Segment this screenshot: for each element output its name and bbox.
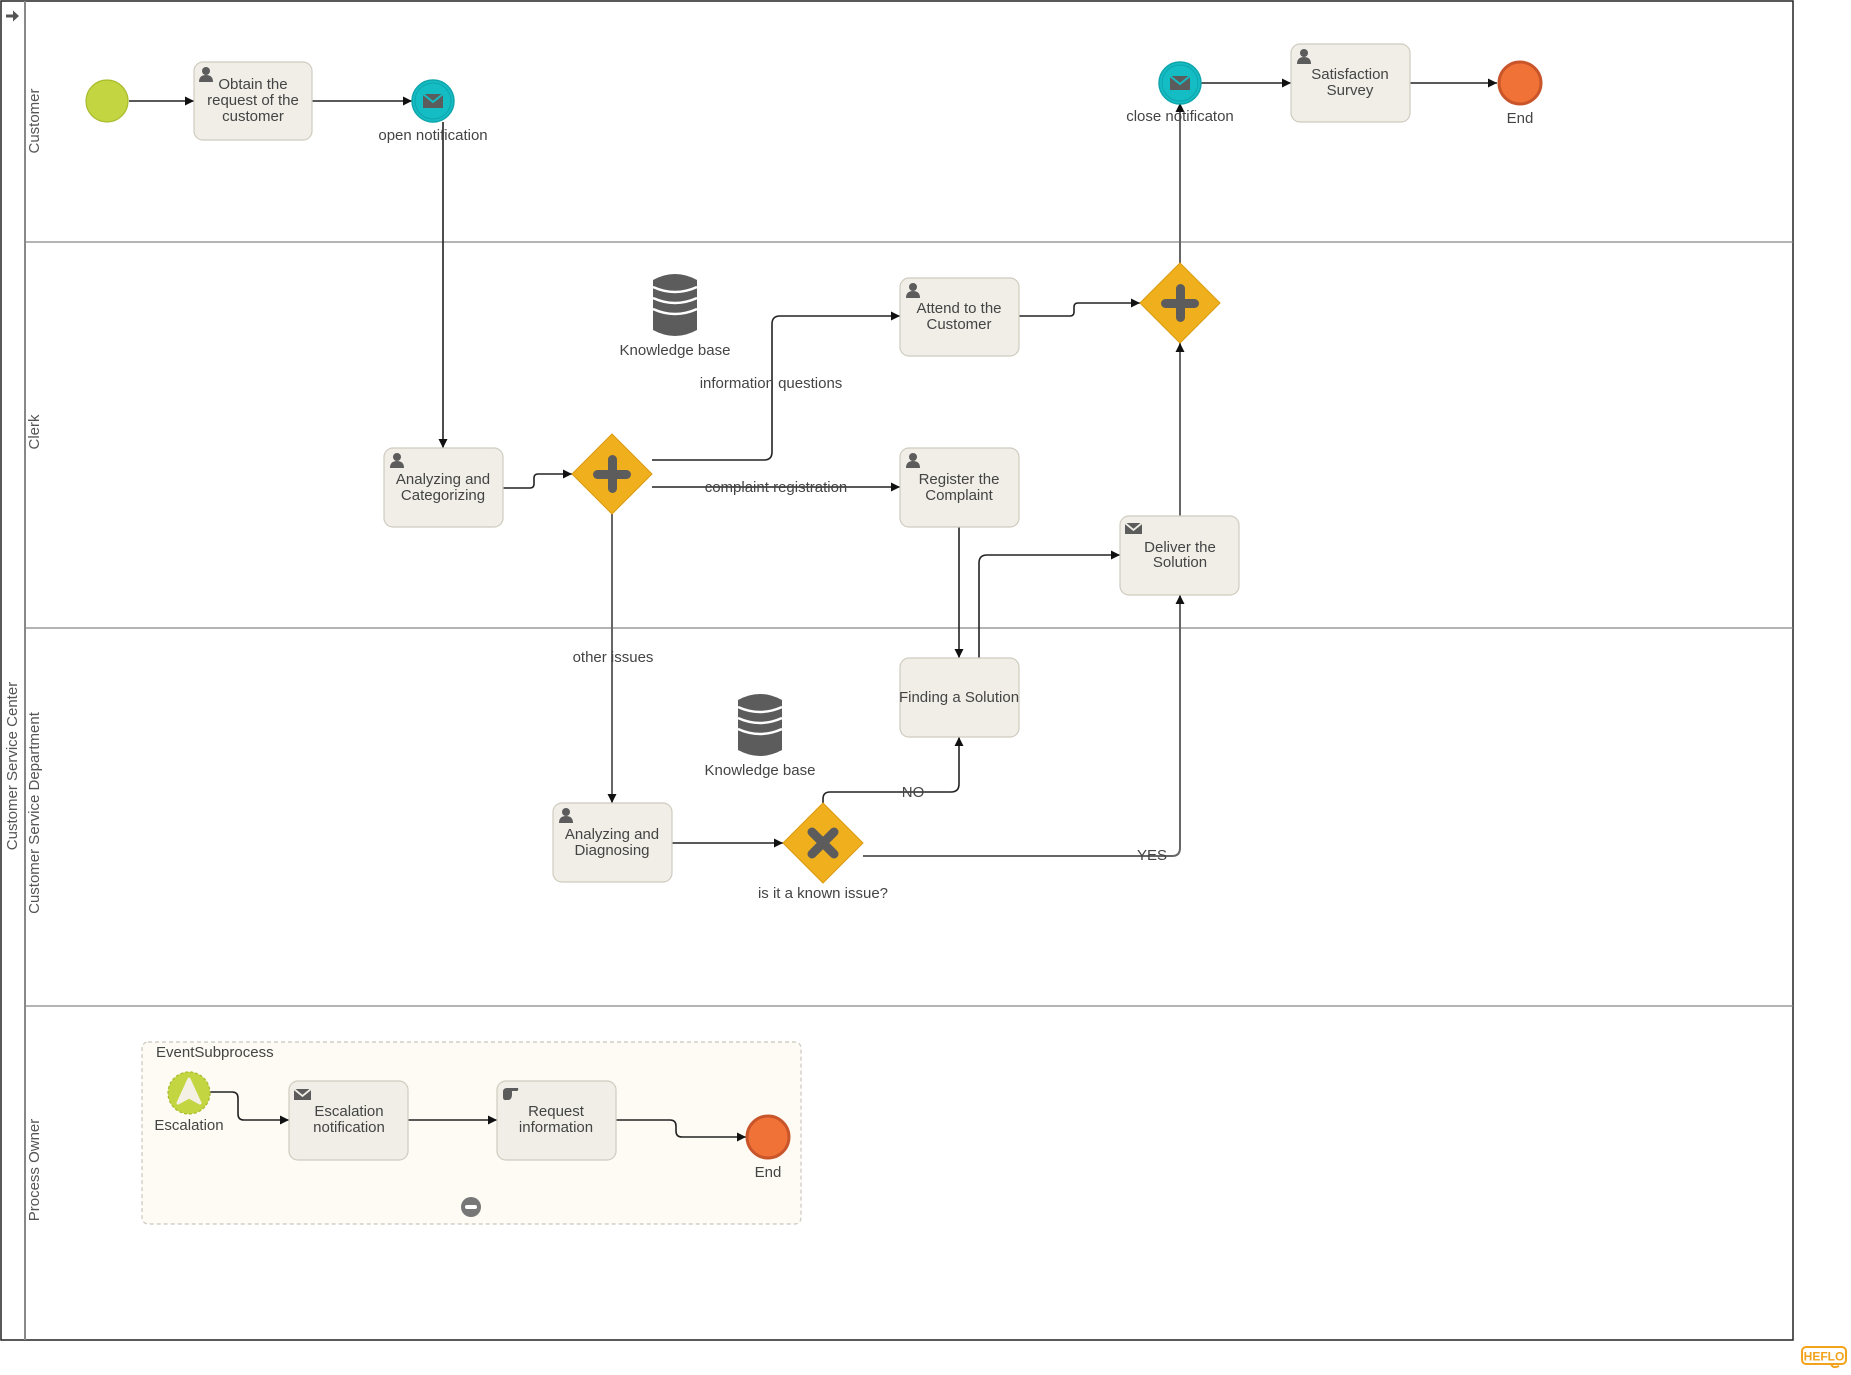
lane-clerk[interactable]: Clerk <box>26 414 43 450</box>
database-icon <box>737 694 783 756</box>
start-event[interactable] <box>85 79 129 123</box>
task-label-line: Solution <box>1153 554 1207 571</box>
lane-customer[interactable]: Customer <box>26 88 43 153</box>
heflo-logo[interactable]: HEFLO <box>1801 1346 1847 1370</box>
lane-label-customer: Customer <box>26 88 43 153</box>
task-label-line: Complaint <box>925 487 993 504</box>
task-label-line: request of the <box>207 92 299 109</box>
bpmn-diagram: Customer Service Center Customer Clerk C… <box>0 0 1794 1341</box>
envelope-icon <box>293 1088 312 1100</box>
lane-customer-service-department[interactable]: Customer Service Department <box>26 711 43 914</box>
flow-label-no: NO <box>902 784 925 801</box>
task-label-line: customer <box>222 108 284 125</box>
event-label: Escalation <box>154 1117 223 1134</box>
pool-label: Customer Service Center <box>4 682 21 850</box>
lane-label-clerk: Clerk <box>26 414 43 450</box>
event-label: End <box>1507 110 1534 127</box>
task-label-line: Obtain the <box>218 76 287 93</box>
flow-label-other-issues: other issues <box>573 649 654 666</box>
task-label-line: Register the <box>919 471 1000 488</box>
task-attend-customer[interactable]: Attend to the Customer <box>899 277 1020 357</box>
lane-label-customer-service-department: Customer Service Department <box>26 711 43 914</box>
envelope-icon <box>1169 75 1191 90</box>
envelope-icon <box>422 93 444 108</box>
task-label-line: information <box>519 1119 593 1136</box>
collapse-button[interactable] <box>461 1197 481 1217</box>
task-label-line: Customer <box>926 316 991 333</box>
task-label-line: Categorizing <box>401 487 485 504</box>
task-label-line: Satisfaction <box>1311 66 1389 83</box>
task-finding-solution[interactable]: Finding a Solution <box>899 657 1020 738</box>
task-label-line: Survey <box>1327 82 1374 99</box>
task-label-line: Request <box>528 1103 585 1120</box>
task-deliver-solution[interactable]: Deliver the Solution <box>1119 515 1240 596</box>
lane-process-owner[interactable]: Process Owner <box>26 1119 43 1222</box>
task-label-line: Finding a Solution <box>899 689 1019 706</box>
event-label: open notification <box>378 127 487 144</box>
subprocess-title: EventSubprocess <box>156 1044 274 1061</box>
flow-label-complaint-registration: complaint registration <box>705 479 848 496</box>
lane-label-process-owner: Process Owner <box>26 1119 43 1222</box>
task-obtain-request[interactable]: Obtain the request of the customer <box>193 61 313 141</box>
task-escalation-notification[interactable]: Escalation notification <box>288 1080 409 1161</box>
task-request-information[interactable]: Request information <box>496 1080 617 1161</box>
task-satisfaction-survey[interactable]: Satisfaction Survey <box>1290 43 1411 123</box>
task-label-line: Analyzing and <box>396 471 490 488</box>
data-store-label: Knowledge base <box>620 342 731 359</box>
task-label-line: Diagnosing <box>574 842 649 859</box>
task-analyzing-categorizing[interactable]: Analyzing and Categorizing <box>383 447 504 528</box>
logo-text: HEFLO <box>1804 1350 1845 1364</box>
data-store-label: Knowledge base <box>705 762 816 779</box>
task-label-line: notification <box>313 1119 385 1136</box>
event-label: close notificaton <box>1126 108 1234 125</box>
task-label-line: Analyzing and <box>565 826 659 843</box>
flow-label-yes: YES <box>1137 847 1167 864</box>
task-analyzing-diagnosing[interactable]: Analyzing and Diagnosing <box>552 802 673 883</box>
task-label-line: Escalation <box>314 1103 383 1120</box>
database-icon <box>652 274 698 336</box>
task-register-complaint[interactable]: Register the Complaint <box>899 447 1020 528</box>
minus-icon <box>465 1205 477 1209</box>
envelope-icon <box>1124 522 1143 534</box>
task-label-line: Attend to the <box>916 300 1001 317</box>
event-label: End <box>755 1164 782 1181</box>
flow-label-information-questions: information questions <box>700 375 843 392</box>
event-subprocess[interactable]: EventSubprocess Escalation Escalation no… <box>141 1041 802 1225</box>
gateway-label: is it a known issue? <box>758 885 888 902</box>
